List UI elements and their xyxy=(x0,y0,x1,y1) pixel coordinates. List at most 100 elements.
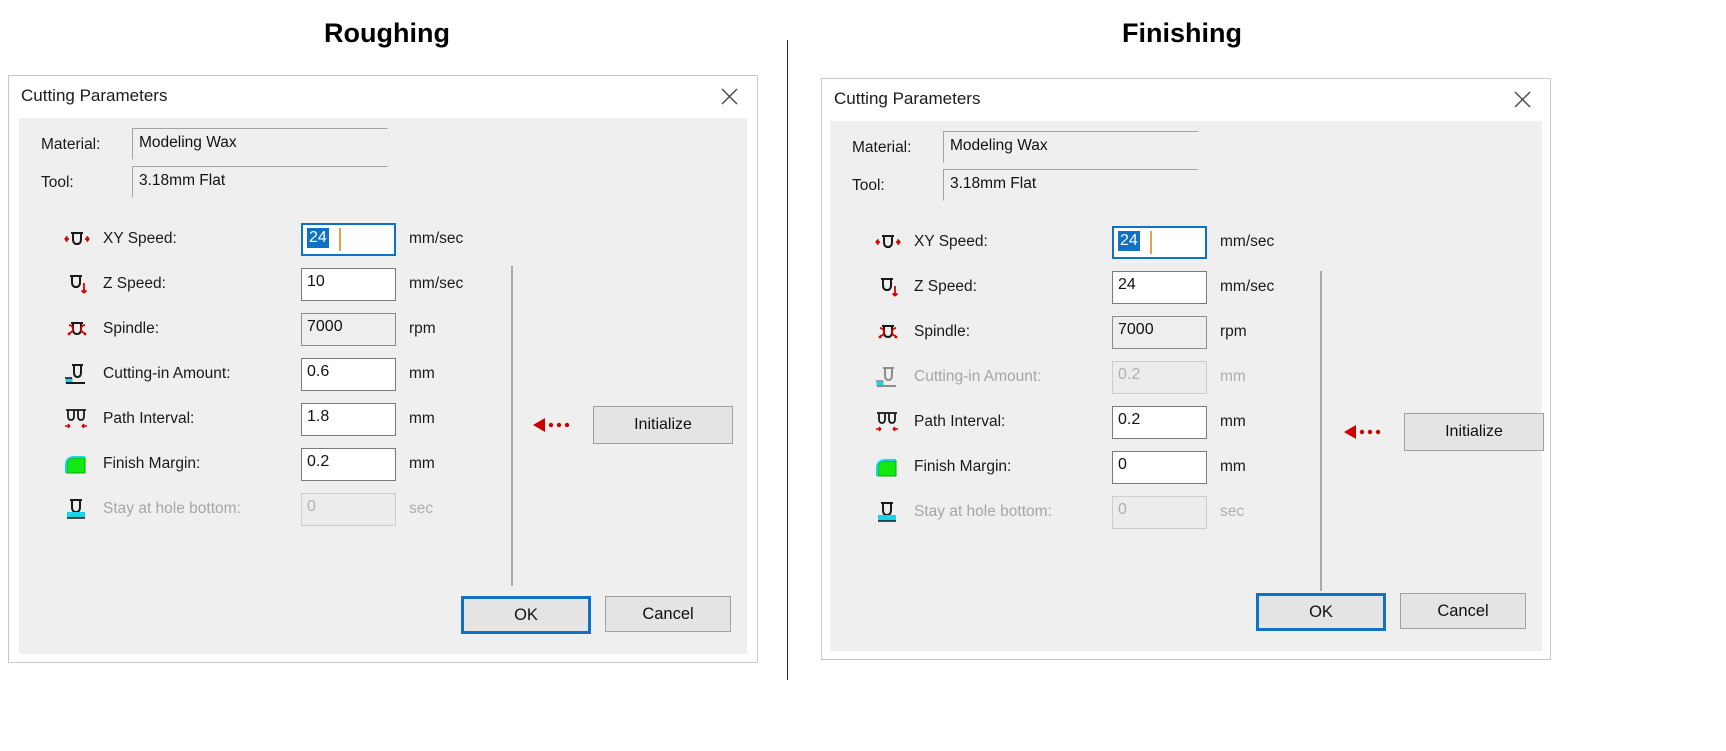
material-field[interactable]: Modeling Wax xyxy=(132,128,388,160)
z-speed-input[interactable]: 10 xyxy=(301,268,396,301)
row-cutting-in-amount: Cutting-in Amount: 0.6 mm xyxy=(19,353,747,398)
initialize-button[interactable]: Initialize xyxy=(1404,413,1544,451)
parameter-rows-finishing: XY Speed: 24 mm/sec Z Speed: 24 mm/sec S… xyxy=(830,221,1542,536)
row-unit: mm/sec xyxy=(1220,278,1275,295)
ok-button[interactable]: OK xyxy=(461,596,591,634)
row-label: Cutting-in Amount: xyxy=(914,368,1042,385)
finish-margin-icon xyxy=(874,454,902,482)
path-interval-value: 1.8 xyxy=(307,408,330,425)
row-label: Spindle: xyxy=(914,323,971,340)
row-label: XY Speed: xyxy=(103,230,177,247)
row-unit: rpm xyxy=(409,320,436,337)
material-label: Material: xyxy=(852,139,912,156)
row-unit: mm xyxy=(409,365,435,382)
finishing-panel: Finishing Cutting Parameters Material: M… xyxy=(815,0,1575,660)
panel-divider xyxy=(787,40,788,680)
material-row: Material: Modeling Wax xyxy=(19,126,747,164)
row-unit: rpm xyxy=(1220,323,1247,340)
stay-at-hole-bottom-value: 0 xyxy=(1118,501,1127,518)
path-interval-input[interactable]: 0.2 xyxy=(1112,406,1207,439)
xy-speed-value: 24 xyxy=(307,228,329,248)
row-unit: mm/sec xyxy=(1220,233,1275,250)
screenshot-root: Roughing Cutting Parameters Material: Mo… xyxy=(0,0,1726,751)
row-spindle: Spindle: 7000 rpm xyxy=(19,308,747,353)
spindle-value: 7000 xyxy=(1118,321,1154,338)
row-unit: mm xyxy=(1220,413,1246,430)
z-speed-value: 10 xyxy=(307,273,325,290)
finish-margin-value: 0 xyxy=(1118,456,1127,473)
stay-at-hole-bottom-input: 0 xyxy=(1112,496,1207,529)
row-label: XY Speed: xyxy=(914,233,988,250)
z-speed-icon xyxy=(874,274,902,302)
dialog-body: Material: Modeling Wax Tool: 3.18mm Flat xyxy=(830,121,1544,651)
material-tool-group: Material: Modeling Wax Tool: 3.18mm Flat xyxy=(19,126,747,202)
row-unit: mm xyxy=(1220,458,1246,475)
finish-margin-value: 0.2 xyxy=(307,453,330,470)
row-label: Spindle: xyxy=(103,320,160,337)
dialog-footer: OK Cancel xyxy=(1256,593,1526,631)
spindle-icon xyxy=(874,319,902,347)
row-label: Z Speed: xyxy=(103,275,166,292)
cutting-in-amount-input[interactable]: 0.6 xyxy=(301,358,396,391)
row-stay-at-hole-bottom: Stay at hole bottom: 0 sec xyxy=(830,491,1542,536)
left-arrow-icon xyxy=(531,414,591,436)
tool-value: 3.18mm Flat xyxy=(950,175,1037,192)
dialog-title: Cutting Parameters xyxy=(21,86,168,105)
vertical-separator xyxy=(511,266,513,586)
tool-row: Tool: 3.18mm Flat xyxy=(830,167,1542,205)
finish-margin-input[interactable]: 0 xyxy=(1112,451,1207,484)
dialog-title: Cutting Parameters xyxy=(834,89,981,108)
spindle-input[interactable]: 7000 xyxy=(1112,316,1207,349)
xy-speed-icon xyxy=(63,226,91,254)
row-unit: mm/sec xyxy=(409,230,464,247)
tool-field[interactable]: 3.18mm Flat xyxy=(943,169,1199,201)
tool-label: Tool: xyxy=(852,177,885,194)
row-finish-margin: Finish Margin: 0.2 mm xyxy=(19,443,747,488)
cutting-parameters-dialog-finishing: Cutting Parameters Material: Modeling Wa… xyxy=(821,78,1551,660)
row-z-speed: Z Speed: 24 mm/sec xyxy=(830,266,1542,311)
finish-margin-icon xyxy=(63,451,91,479)
tool-field[interactable]: 3.18mm Flat xyxy=(132,166,388,198)
spindle-icon xyxy=(63,316,91,344)
xy-speed-value: 24 xyxy=(1118,231,1140,251)
row-finish-margin: Finish Margin: 0 mm xyxy=(830,446,1542,491)
path-interval-value: 0.2 xyxy=(1118,411,1141,428)
row-unit: mm/sec xyxy=(409,275,464,292)
row-unit: mm xyxy=(409,455,435,472)
row-label: Stay at hole bottom: xyxy=(914,503,1052,520)
cancel-button[interactable]: Cancel xyxy=(1400,593,1526,629)
page-title-roughing: Roughing xyxy=(324,18,450,48)
hole-bottom-icon xyxy=(874,499,902,527)
cutting-in-amount-value: 0.6 xyxy=(307,363,330,380)
page-title-finishing: Finishing xyxy=(1122,18,1242,48)
ok-button[interactable]: OK xyxy=(1256,593,1386,631)
tool-row: Tool: 3.18mm Flat xyxy=(19,164,747,202)
xy-speed-input[interactable]: 24 xyxy=(1112,226,1207,259)
row-label: Stay at hole bottom: xyxy=(103,500,241,517)
xy-speed-input[interactable]: 24 xyxy=(301,223,396,256)
z-speed-input[interactable]: 24 xyxy=(1112,271,1207,304)
spindle-input[interactable]: 7000 xyxy=(301,313,396,346)
initialize-button[interactable]: Initialize xyxy=(593,406,733,444)
tool-value: 3.18mm Flat xyxy=(139,172,226,189)
spindle-value: 7000 xyxy=(307,318,343,335)
cancel-button[interactable]: Cancel xyxy=(605,596,731,632)
path-interval-input[interactable]: 1.8 xyxy=(301,403,396,436)
dialog-titlebar: Cutting Parameters xyxy=(822,79,1550,121)
dialog-titlebar: Cutting Parameters xyxy=(9,76,757,118)
cutting-in-amount-input: 0.2 xyxy=(1112,361,1207,394)
row-label: Cutting-in Amount: xyxy=(103,365,231,382)
close-icon[interactable] xyxy=(1500,83,1544,115)
tool-label: Tool: xyxy=(41,174,74,191)
stay-at-hole-bottom-value: 0 xyxy=(307,498,316,515)
stay-at-hole-bottom-input: 0 xyxy=(301,493,396,526)
material-field[interactable]: Modeling Wax xyxy=(943,131,1199,163)
path-interval-icon xyxy=(874,409,902,437)
text-caret xyxy=(339,228,341,251)
row-z-speed: Z Speed: 10 mm/sec xyxy=(19,263,747,308)
cutting-in-amount-value: 0.2 xyxy=(1118,366,1141,383)
xy-speed-icon xyxy=(874,229,902,257)
close-icon[interactable] xyxy=(707,80,751,112)
finish-margin-input[interactable]: 0.2 xyxy=(301,448,396,481)
row-spindle: Spindle: 7000 rpm xyxy=(830,311,1542,356)
